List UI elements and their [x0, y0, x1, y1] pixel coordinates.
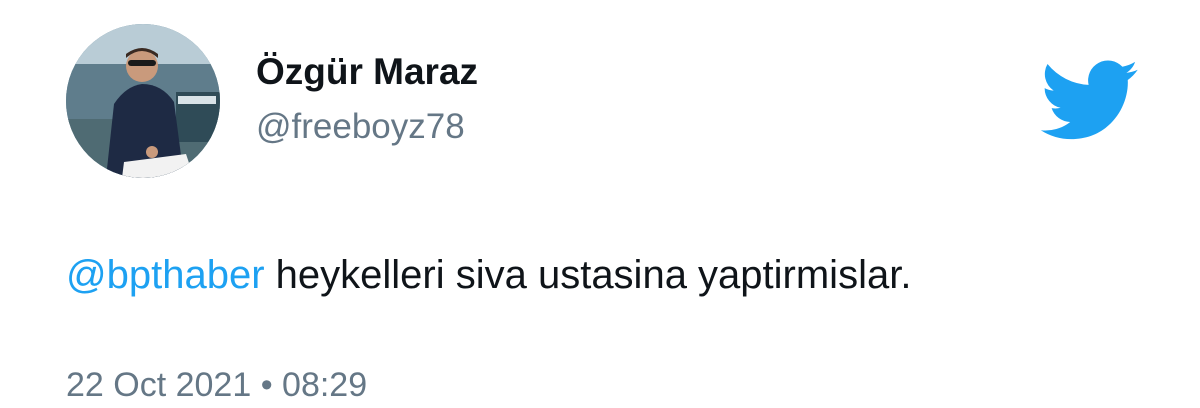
user-handle[interactable]: @freeboyz78 — [256, 106, 478, 148]
twitter-bird-icon[interactable] — [1040, 60, 1140, 142]
display-name[interactable]: Özgür Maraz — [256, 50, 478, 94]
user-info: Özgür Maraz @freeboyz78 — [256, 50, 478, 148]
tweet-text: @bpthaber heykelleri siva ustasina yapti… — [66, 250, 911, 300]
mention-link[interactable]: @bpthaber — [66, 253, 265, 297]
tweet-time: 08:29 — [282, 366, 368, 404]
meta-separator: • — [251, 366, 283, 404]
avatar[interactable] — [66, 24, 220, 178]
tweet-timestamp[interactable]: 22 Oct 2021 • 08:29 — [66, 364, 367, 406]
tweet-card: Özgür Maraz @freeboyz78 @bpthaber heykel… — [0, 0, 1200, 408]
tweet-body: heykelleri siva ustasina yaptirmislar. — [264, 253, 912, 297]
tweet-date: 22 Oct 2021 — [66, 366, 252, 404]
avatar-photo — [66, 24, 220, 178]
